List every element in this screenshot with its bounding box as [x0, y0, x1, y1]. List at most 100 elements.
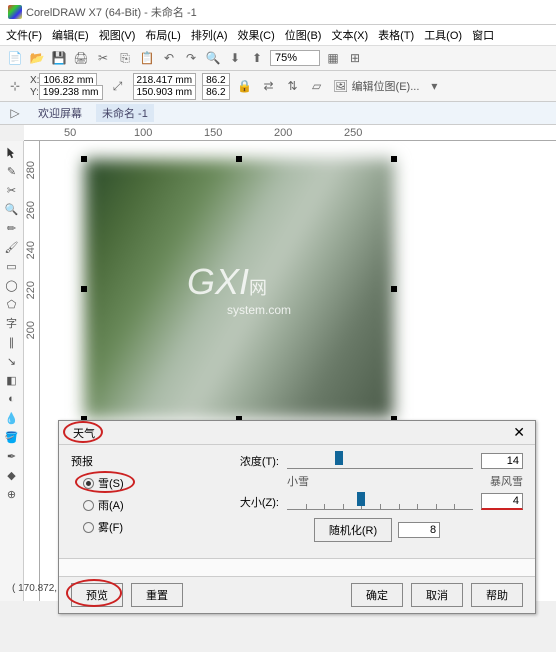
- forecast-label: 预报: [71, 453, 211, 469]
- snap-icon[interactable]: ▦: [324, 49, 342, 67]
- quick-custom-icon[interactable]: ⊕: [2, 485, 22, 503]
- random-input[interactable]: 8: [398, 522, 440, 538]
- text-tool-icon[interactable]: 字: [2, 314, 22, 332]
- options-icon[interactable]: ⊞: [346, 49, 364, 67]
- parallel-tool-icon[interactable]: ∥: [2, 333, 22, 351]
- edit-bitmap-icon: 🖼: [332, 77, 350, 95]
- outline-tool-icon[interactable]: ✒: [2, 447, 22, 465]
- tab-welcome[interactable]: 欢迎屏幕: [32, 104, 88, 122]
- import-icon[interactable]: ⬇: [226, 49, 244, 67]
- radio-snow[interactable]: 雪(S): [83, 475, 211, 491]
- ellipse-tool-icon[interactable]: ◯: [2, 276, 22, 294]
- ruler-v-tick: 280: [25, 161, 37, 179]
- menu-effects[interactable]: 效果(C): [238, 27, 275, 43]
- ruler-h-tick: 250: [344, 127, 362, 139]
- zoom-tool-icon[interactable]: 🔍: [2, 200, 22, 218]
- menu-text[interactable]: 文本(X): [331, 27, 368, 43]
- y-input[interactable]: 199.238 mm: [39, 85, 103, 100]
- randomize-button[interactable]: 随机化(R): [314, 518, 392, 542]
- menu-bitmap[interactable]: 位图(B): [285, 27, 322, 43]
- paste-icon[interactable]: 📋: [138, 49, 156, 67]
- save-icon[interactable]: 💾: [50, 49, 68, 67]
- new-icon[interactable]: 📄: [6, 49, 24, 67]
- redo-icon[interactable]: ↷: [182, 49, 200, 67]
- tab-document[interactable]: 未命名 -1: [96, 104, 154, 122]
- mirror-v-icon[interactable]: ⇅: [284, 77, 302, 95]
- transparency-tool-icon[interactable]: ◐: [2, 390, 22, 408]
- scale-y-input[interactable]: 86.2: [202, 85, 229, 100]
- shape-tool-icon[interactable]: ✎: [2, 162, 22, 180]
- rectangle-tool-icon[interactable]: ▭: [2, 257, 22, 275]
- ruler-v-tick: 240: [25, 241, 37, 259]
- mirror-h-icon[interactable]: ⇄: [260, 77, 278, 95]
- ok-button[interactable]: 确定: [351, 583, 403, 607]
- cancel-button[interactable]: 取消: [411, 583, 463, 607]
- pick-tool-icon[interactable]: [2, 143, 22, 161]
- slider-thumb-icon[interactable]: [357, 492, 365, 506]
- density-label: 浓度(T):: [231, 453, 279, 469]
- eyedropper-tool-icon[interactable]: 💧: [2, 409, 22, 427]
- freehand-tool-icon[interactable]: ✏: [2, 219, 22, 237]
- radio-fog[interactable]: 雾(F): [83, 519, 211, 535]
- ruler-vertical: 280 260 240 220 200: [24, 141, 40, 601]
- dialog-close-button[interactable]: ✕: [513, 424, 525, 441]
- property-bar: ⊹ X:106.82 mm Y:199.238 mm ⤢ 218.417 mm …: [0, 71, 556, 102]
- ruler-h-tick: 100: [134, 127, 152, 139]
- undo-icon[interactable]: ↶: [160, 49, 178, 67]
- selected-bitmap[interactable]: [84, 159, 394, 419]
- title-bar: CorelDRAW X7 (64-Bit) - 未命名 -1: [0, 0, 556, 25]
- menu-edit[interactable]: 编辑(E): [52, 27, 89, 43]
- copy-icon[interactable]: ⎘: [116, 49, 134, 67]
- zoom-level-input[interactable]: 75%: [270, 50, 320, 66]
- forecast-group: 预报 雪(S) 雨(A) 雾(F): [71, 453, 211, 550]
- dialog-titlebar: 天气 ✕: [59, 421, 535, 445]
- selection-handle[interactable]: [236, 156, 242, 162]
- radio-icon: [83, 522, 94, 533]
- selection-handle[interactable]: [81, 286, 87, 292]
- selection-handle[interactable]: [81, 156, 87, 162]
- search-icon[interactable]: 🔍: [204, 49, 222, 67]
- fill-tool-icon[interactable]: 🪣: [2, 428, 22, 446]
- menu-layout[interactable]: 布局(L): [145, 27, 180, 43]
- ruler-v-tick: 200: [25, 321, 37, 339]
- dialog-footer: 预览 重置 确定 取消 帮助: [59, 576, 535, 613]
- height-input[interactable]: 150.903 mm: [133, 85, 197, 100]
- size-input[interactable]: 4: [481, 493, 523, 510]
- export-icon[interactable]: ⬆: [248, 49, 266, 67]
- print-icon[interactable]: 🖨: [72, 49, 90, 67]
- menu-bar: 文件(F) 编辑(E) 视图(V) 布局(L) 排列(A) 效果(C) 位图(B…: [0, 25, 556, 46]
- app-title: CorelDRAW X7 (64-Bit) - 未命名 -1: [26, 4, 197, 20]
- smart-fill-icon[interactable]: ◆: [2, 466, 22, 484]
- connector-tool-icon[interactable]: ↘: [2, 352, 22, 370]
- edit-bitmap-button[interactable]: 🖼 编辑位图(E)...: [332, 77, 420, 95]
- menu-arrange[interactable]: 排列(A): [191, 27, 228, 43]
- density-input[interactable]: 14: [481, 453, 523, 469]
- selection-handle[interactable]: [391, 286, 397, 292]
- density-slider[interactable]: [287, 453, 473, 469]
- menu-file[interactable]: 文件(F): [6, 27, 42, 43]
- size-min-label: 小雪: [287, 473, 309, 489]
- preview-button[interactable]: 预览: [71, 583, 123, 607]
- menu-tools[interactable]: 工具(O): [424, 27, 462, 43]
- app-logo-icon: [8, 5, 22, 19]
- menu-window[interactable]: 窗口: [472, 27, 494, 43]
- trace-icon[interactable]: ▾: [425, 77, 443, 95]
- effects-tool-icon[interactable]: ◧: [2, 371, 22, 389]
- tab-nav-icon[interactable]: ▷: [6, 104, 24, 122]
- size-slider[interactable]: [287, 494, 473, 510]
- selection-handle[interactable]: [391, 156, 397, 162]
- crop-icon[interactable]: ▱: [308, 77, 326, 95]
- artistic-tool-icon[interactable]: 🖌: [2, 238, 22, 256]
- menu-table[interactable]: 表格(T): [378, 27, 414, 43]
- menu-view[interactable]: 视图(V): [99, 27, 136, 43]
- cut-icon[interactable]: ✂: [94, 49, 112, 67]
- polygon-tool-icon[interactable]: ⬠: [2, 295, 22, 313]
- help-button[interactable]: 帮助: [471, 583, 523, 607]
- slider-thumb-icon[interactable]: [335, 451, 343, 465]
- radio-rain[interactable]: 雨(A): [83, 497, 211, 513]
- lock-ratio-icon[interactable]: 🔒: [236, 77, 254, 95]
- object-pos-icon: ⊹: [6, 77, 24, 95]
- open-icon[interactable]: 📂: [28, 49, 46, 67]
- crop-tool-icon[interactable]: ✂: [2, 181, 22, 199]
- reset-button[interactable]: 重置: [131, 583, 183, 607]
